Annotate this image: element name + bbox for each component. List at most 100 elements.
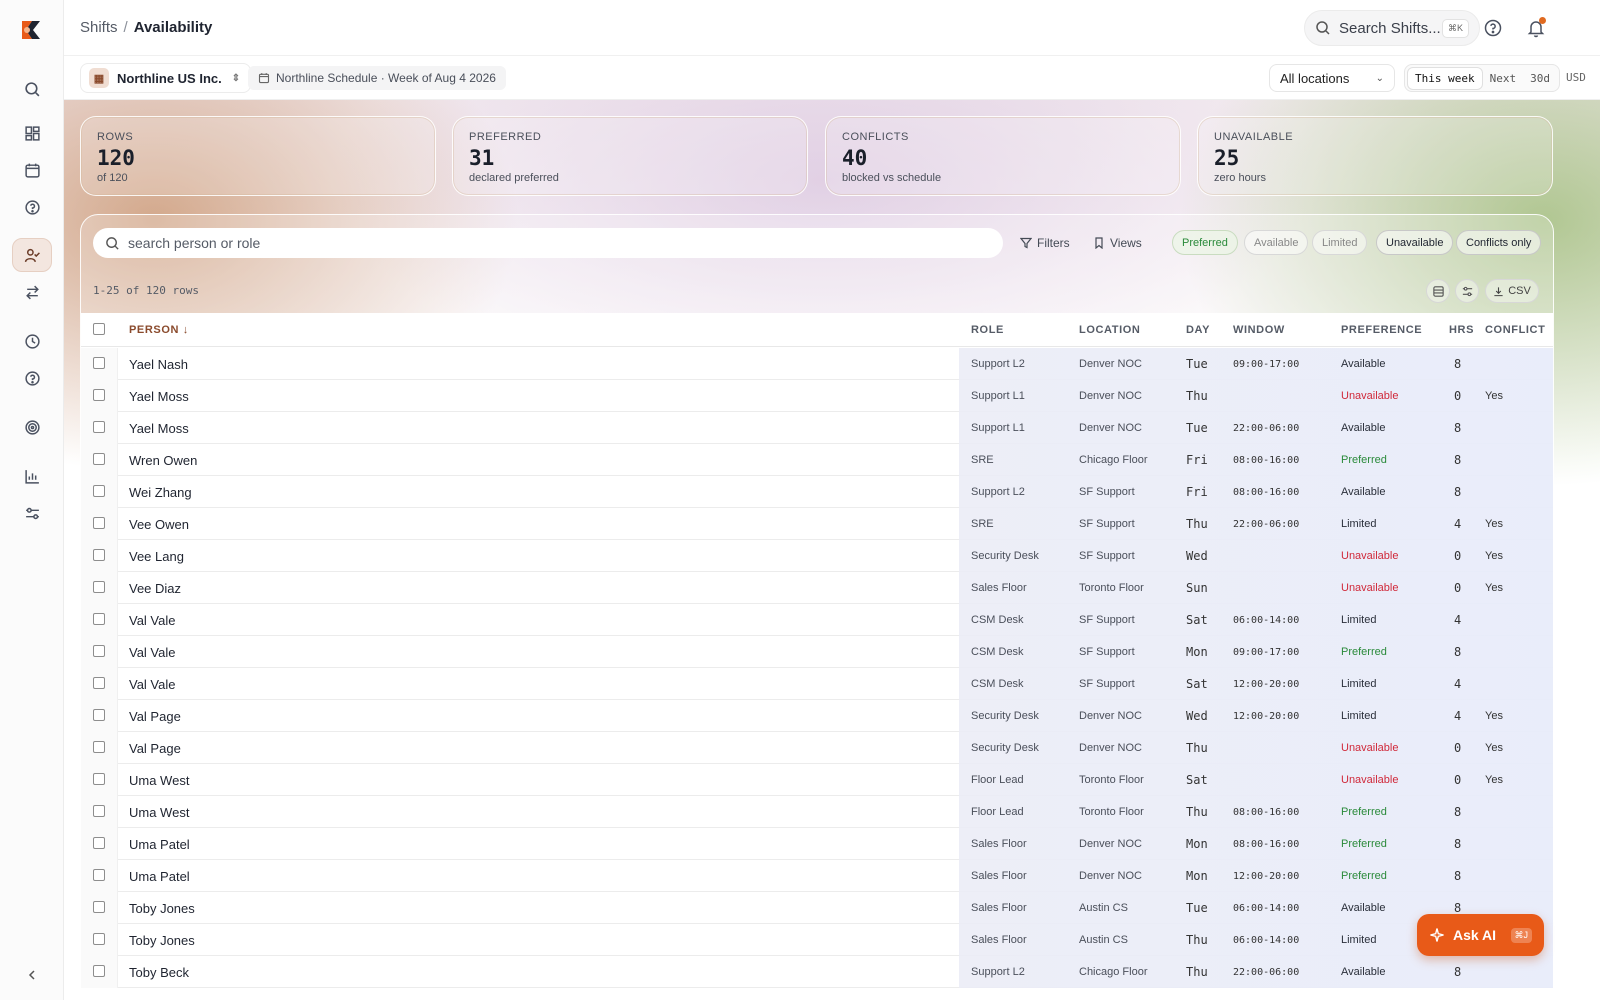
table-row[interactable]: Val Vale CSM Desk SF Support Sat 06:00-14:00… [81,604,1553,636]
cell-person[interactable]: Vee Diaz [129,581,181,596]
table-row[interactable]: Toby Jones Sales Floor Austin CS Tue 06:00-1… [81,892,1553,924]
chip-limited[interactable]: Limited [1312,230,1368,255]
sidebar-clock-icon[interactable] [12,324,52,358]
cell-person[interactable]: Val Page [129,709,181,724]
density-toggle-icon[interactable] [1426,279,1450,303]
row-checkbox[interactable] [93,581,105,593]
cell-person[interactable]: Val Vale [129,613,176,628]
chip-conflicts-only[interactable]: Conflicts only [1456,230,1542,255]
table-row[interactable]: Toby Beck Support L2 Chicago Floor Thu 22:00… [81,956,1553,988]
table-row[interactable]: Val Page Security Desk Denver NOC Wed 12:00-… [81,700,1553,732]
row-checkbox[interactable] [93,645,105,657]
location-select[interactable]: All locations ⌄ [1269,64,1395,92]
chip-available[interactable]: Available [1244,230,1309,255]
sidebar-search-icon[interactable] [12,72,52,106]
export-csv-button[interactable]: CSV [1485,279,1539,303]
column-person[interactable]: PERSON ↓ [129,324,189,336]
sidebar-target-icon[interactable] [12,410,52,444]
row-checkbox[interactable] [93,869,105,881]
row-checkbox[interactable] [93,549,105,561]
row-checkbox[interactable] [93,933,105,945]
cell-person[interactable]: Toby Jones [129,933,195,948]
row-checkbox[interactable] [93,421,105,433]
cell-person[interactable]: Yael Moss [129,421,189,436]
cell-person[interactable]: Val Page [129,741,181,756]
table-row[interactable]: Uma Patel Sales Floor Denver NOC Mon 08:00-1… [81,828,1553,860]
sidebar-reports-icon[interactable] [12,459,52,493]
table-row[interactable]: Wren Owen SRE Chicago Floor Fri 08:00-16:00 P… [81,444,1553,476]
column-day[interactable]: DAY [1186,324,1210,336]
row-checkbox[interactable] [93,389,105,401]
row-checkbox[interactable] [93,613,105,625]
row-checkbox[interactable] [93,485,105,497]
table-row[interactable]: Yael Nash Support L2 Denver NOC Tue 09:00-17… [81,348,1553,380]
sidebar-help2-icon[interactable] [12,361,52,395]
table-row[interactable]: Yael Moss Support L1 Denver NOC Tue 22:00-06… [81,412,1553,444]
cell-person[interactable]: Wei Zhang [129,485,192,500]
column-settings-icon[interactable] [1455,279,1479,303]
table-row[interactable]: Val Vale CSM Desk SF Support Mon 09:00-17:00… [81,636,1553,668]
row-checkbox[interactable] [93,357,105,369]
cell-person[interactable]: Wren Owen [129,453,197,468]
cell-person[interactable]: Vee Owen [129,517,189,532]
currency-label[interactable]: USD [1566,71,1586,84]
cell-person[interactable]: Uma Patel [129,837,190,852]
row-checkbox[interactable] [93,837,105,849]
cell-person[interactable]: Yael Moss [129,389,189,404]
table-row[interactable]: Vee Owen SRE SF Support Thu 22:00-06:00 Limit… [81,508,1553,540]
sidebar-collapse-icon[interactable] [22,966,42,984]
sidebar-dashboard-icon[interactable] [12,116,52,150]
range-this-week[interactable]: This week [1407,66,1483,90]
sidebar-help-icon[interactable] [12,190,52,224]
sidebar-availability-icon[interactable] [12,238,52,272]
column-conflict[interactable]: CONFLICT [1485,324,1545,336]
org-selector[interactable]: ▦ Northline US Inc. ⇕ [80,63,252,93]
help-icon[interactable] [1483,18,1503,38]
cell-person[interactable]: Uma West [129,805,189,820]
cell-person[interactable]: Uma Patel [129,869,190,884]
global-search[interactable]: Search Shifts... ⌘K [1304,10,1480,46]
cell-person[interactable]: Val Vale [129,677,176,692]
table-row[interactable]: Toby Jones Sales Floor Austin CS Thu 06:00-1… [81,924,1553,956]
cell-person[interactable]: Toby Beck [129,965,189,980]
views-button[interactable]: Views [1093,232,1142,254]
table-search-input[interactable]: search person or role [93,228,1003,258]
table-row[interactable]: Vee Diaz Sales Floor Toronto Floor Sun Unava… [81,572,1553,604]
cell-person[interactable]: Val Vale [129,645,176,660]
table-row[interactable]: Val Vale CSM Desk SF Support Sat 12:00-20:00… [81,668,1553,700]
cell-person[interactable]: Toby Jones [129,901,195,916]
column-preference[interactable]: PREFERENCE [1341,324,1422,336]
chip-unavailable[interactable]: Unavailable [1376,230,1454,255]
cell-person[interactable]: Vee Lang [129,549,184,564]
cell-person[interactable]: Uma West [129,773,189,788]
breadcrumb-parent[interactable]: Shifts [80,19,118,36]
table-row[interactable]: Val Page Security Desk Denver NOC Thu Unavai… [81,732,1553,764]
row-checkbox[interactable] [93,741,105,753]
column-location[interactable]: LOCATION [1079,324,1140,336]
sidebar-swap-icon[interactable] [12,275,52,309]
column-role[interactable]: ROLE [971,324,1004,336]
table-row[interactable]: Wei Zhang Support L2 SF Support Fri 08:00-16… [81,476,1553,508]
table-row[interactable]: Uma West Floor Lead Toronto Floor Sat Unavai… [81,764,1553,796]
sidebar-calendar-icon[interactable] [12,153,52,187]
filters-button[interactable]: Filters [1020,232,1070,254]
schedule-chip[interactable]: Northline Schedule · Week of Aug 4 2026 [248,66,506,90]
select-all-checkbox[interactable] [93,323,105,335]
row-checkbox[interactable] [93,677,105,689]
range-next[interactable]: Next [1483,68,1524,89]
row-checkbox[interactable] [93,709,105,721]
row-checkbox[interactable] [93,901,105,913]
table-row[interactable]: Vee Lang Security Desk SF Support Wed Unavai… [81,540,1553,572]
table-row[interactable]: Uma West Floor Lead Toronto Floor Thu 08:00-… [81,796,1553,828]
row-checkbox[interactable] [93,805,105,817]
notifications-bell-icon[interactable] [1526,17,1546,38]
range-30d[interactable]: 30d [1523,68,1557,89]
row-checkbox[interactable] [93,517,105,529]
row-checkbox[interactable] [93,773,105,785]
chip-preferred[interactable]: Preferred [1172,230,1238,255]
row-checkbox[interactable] [93,965,105,977]
table-row[interactable]: Uma Patel Sales Floor Denver NOC Mon 12:00-2… [81,860,1553,892]
sidebar-settings-icon[interactable] [12,496,52,530]
app-logo[interactable] [18,17,46,43]
column-hrs[interactable]: HRS [1449,324,1474,336]
